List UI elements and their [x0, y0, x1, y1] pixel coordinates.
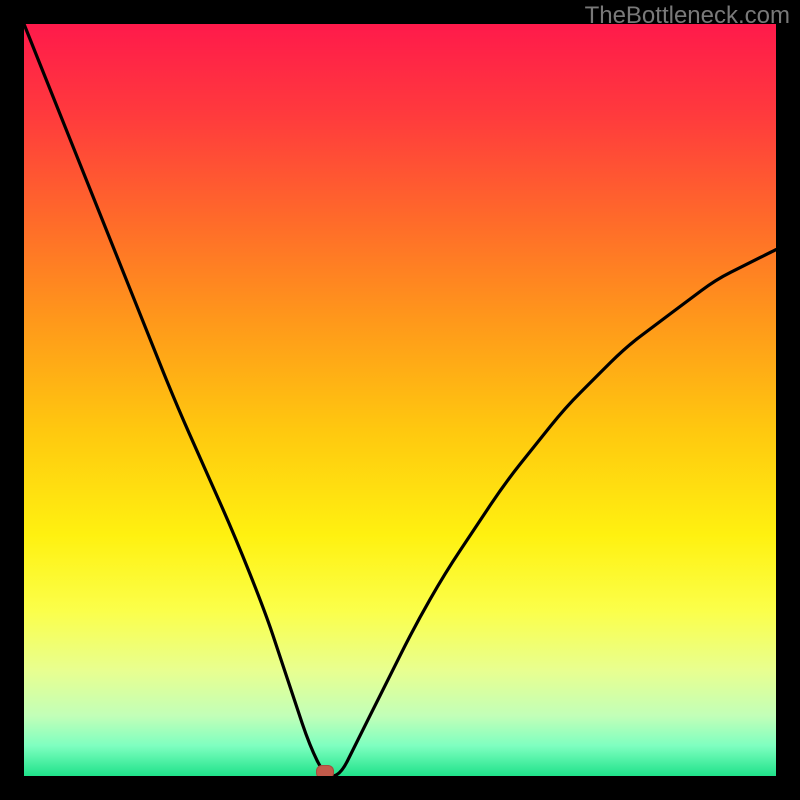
plot-area — [24, 24, 776, 776]
curve-path — [24, 24, 776, 776]
chart-container: TheBottleneck.com — [0, 0, 800, 800]
watermark-text: TheBottleneck.com — [585, 2, 790, 30]
bottleneck-curve — [24, 24, 776, 776]
minimum-marker — [316, 765, 334, 776]
